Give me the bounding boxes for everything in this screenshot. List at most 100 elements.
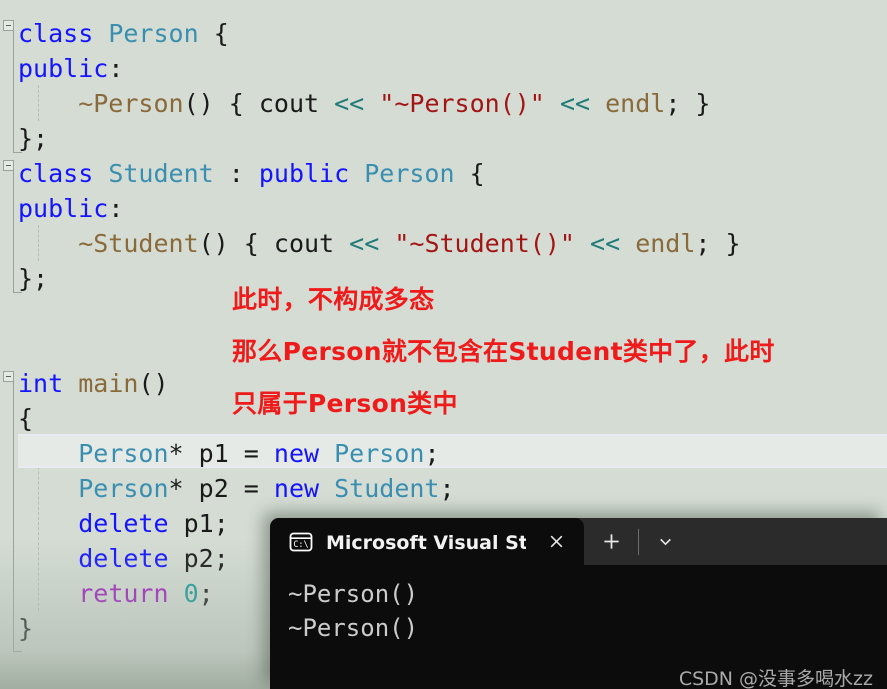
code-token: * [168, 474, 199, 503]
code-token: new [273, 474, 320, 503]
code-token: { [18, 404, 34, 433]
code-line[interactable]: Person* p1 = new Person; [0, 436, 887, 471]
code-token: public [258, 159, 350, 188]
code-token: { [198, 19, 229, 48]
terminal-window[interactable]: C:\ Microsoft Visual Studio 调试控 [270, 518, 887, 689]
code-token: "~Person()" [379, 89, 545, 118]
command-prompt-icon: C:\ [288, 529, 314, 555]
code-line-text: return 0; [0, 576, 214, 611]
code-token: ~Person [18, 89, 184, 118]
code-token: Person [334, 439, 425, 468]
code-token: << [559, 89, 591, 118]
code-line-text: } [0, 611, 33, 646]
code-token: { [454, 159, 485, 188]
code-line-text: ~Person() { cout << "~Person()" << endl;… [0, 86, 710, 121]
code-token: return [78, 579, 169, 608]
close-icon[interactable] [542, 528, 570, 556]
code-line-text: int main() [0, 366, 169, 401]
code-line[interactable]: Person* p2 = new Student; [0, 471, 887, 506]
code-token: << [349, 229, 380, 258]
code-token: p2 [183, 544, 214, 573]
code-token: p1 [198, 439, 229, 468]
code-line[interactable]: public: [0, 191, 887, 226]
code-token: main [78, 369, 139, 398]
code-token: Person [108, 19, 199, 48]
code-line-text: }; [0, 121, 48, 156]
svg-text:C:\: C:\ [293, 540, 308, 550]
code-line[interactable]: public: [0, 51, 887, 86]
code-token: ; [213, 509, 229, 538]
code-line[interactable]: }; [0, 121, 887, 156]
code-token: ; [439, 474, 455, 503]
code-line-text: public: [0, 51, 123, 86]
code-line[interactable] [0, 296, 887, 331]
screenshot-root: class Person {public: ~Person() { cout <… [0, 0, 887, 689]
code-line[interactable]: ~Person() { cout << "~Person()" << endl;… [0, 86, 887, 121]
code-token: "~Student()" [394, 229, 575, 258]
code-token: int [18, 369, 64, 398]
code-token: = [228, 474, 274, 503]
code-token: () { [183, 89, 259, 118]
annotation-line-3: 只属于Person类中 [232, 389, 458, 418]
code-token: () [138, 369, 169, 398]
code-token: Person [78, 439, 169, 468]
terminal-tab-visual-studio-debug[interactable]: C:\ Microsoft Visual Studio 调试控 [270, 518, 584, 565]
code-token: endl [635, 229, 696, 258]
code-token: cout [273, 229, 335, 258]
code-token: ; [424, 439, 440, 468]
code-token: Person [364, 159, 455, 188]
new-tab-button[interactable] [584, 518, 638, 565]
terminal-output-line: ~Person() [288, 614, 419, 642]
code-token: : [108, 194, 124, 223]
terminal-output-area[interactable]: ~Person() ~Person() CSDN @没事多喝水zz [270, 565, 887, 689]
code-token: ; } [695, 229, 741, 258]
terminal-tab-bar[interactable]: C:\ Microsoft Visual Studio 调试控 [270, 518, 887, 565]
code-line-text: Person* p2 = new Student; [0, 471, 455, 506]
code-token: endl [605, 89, 666, 118]
annotation-line-2: 那么Person就不包含在Student类中了，此时 [232, 337, 775, 366]
code-line[interactable]: }; [0, 261, 887, 296]
code-token: public [18, 194, 109, 223]
code-token: * [168, 439, 199, 468]
code-token: : [108, 54, 124, 83]
code-token: public [18, 54, 109, 83]
code-line-text: Person* p1 = new Person; [0, 436, 440, 471]
code-token: ; [198, 579, 214, 608]
code-token: p1 [183, 509, 214, 538]
chevron-down-icon[interactable] [639, 518, 691, 565]
code-token: new [273, 439, 320, 468]
code-token: cout [258, 89, 320, 118]
code-line[interactable]: class Student : public Person { [0, 156, 887, 191]
code-token: Person [78, 474, 169, 503]
code-token: class [18, 159, 94, 188]
terminal-output-line: ~Person() [288, 580, 419, 608]
code-token: 0 [183, 579, 199, 608]
code-line[interactable]: ~Student() { cout << "~Student()" << end… [0, 226, 887, 261]
terminal-tab-title: Microsoft Visual Studio 调试控 [326, 532, 526, 554]
code-line-text: delete p1; [0, 506, 229, 541]
code-line-text: delete p2; [0, 541, 229, 576]
code-token: : [213, 159, 259, 188]
code-token: ; [213, 544, 229, 573]
code-token: << [334, 89, 365, 118]
code-token: Student [334, 474, 440, 503]
code-token: class [18, 19, 94, 48]
code-line[interactable]: class Person { [0, 16, 887, 51]
code-token: } [18, 614, 34, 643]
